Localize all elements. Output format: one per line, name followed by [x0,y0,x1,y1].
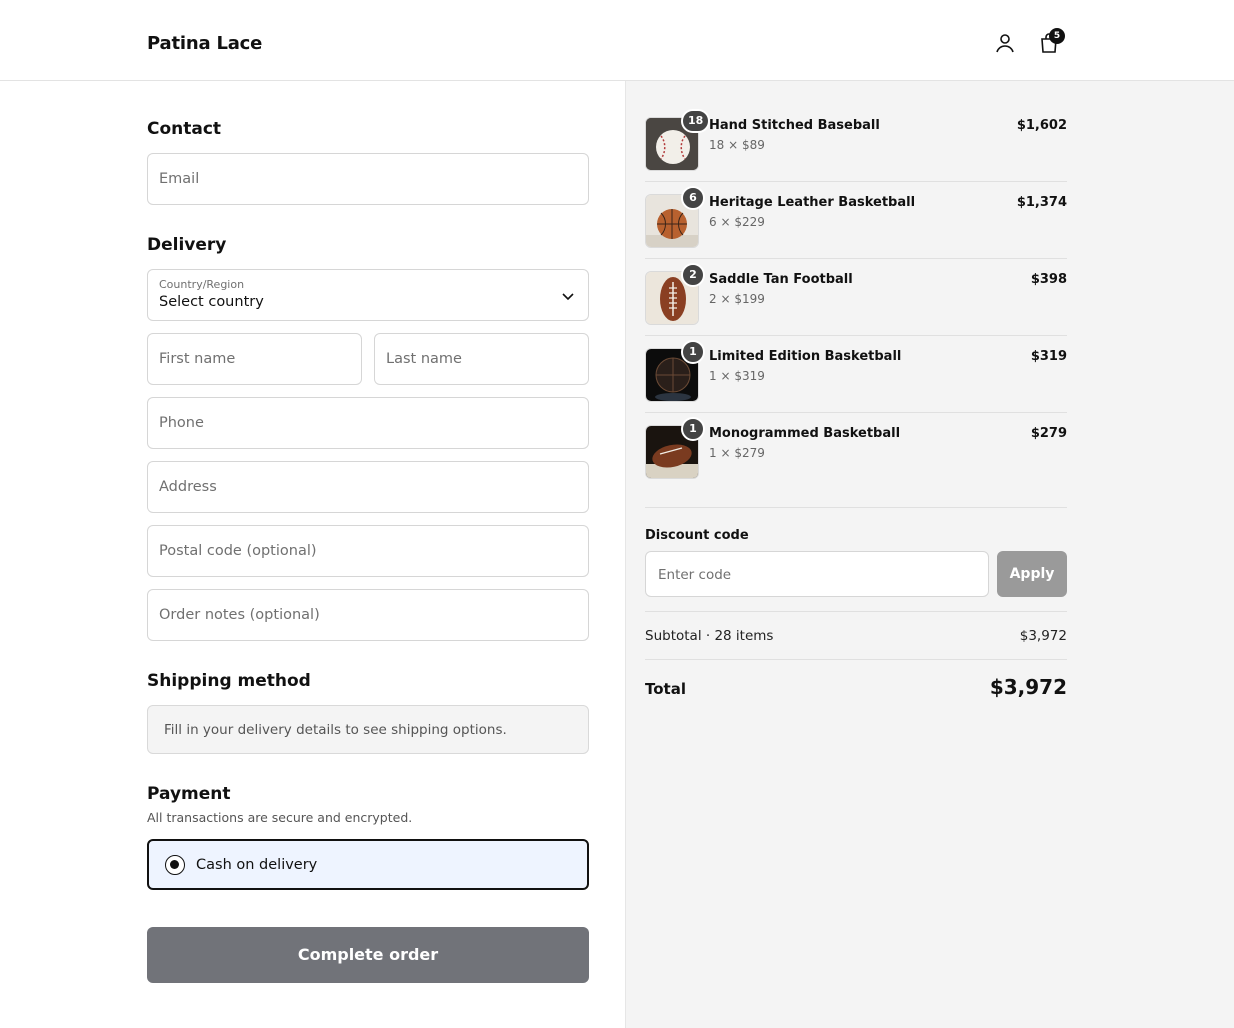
item-name: Heritage Leather Basketball [709,195,916,210]
discount-code-label: Discount code [645,528,749,543]
phone-field[interactable]: Phone [147,397,589,449]
email-placeholder: Email [159,171,200,187]
quantity-badge: 1 [681,340,705,364]
payment-title: Payment [147,784,231,804]
item-name: Saddle Tan Football [709,272,853,287]
subtotal-label: Subtotal · 28 items [645,628,774,644]
apply-discount-button[interactable]: Apply [997,551,1067,597]
first-name-field[interactable]: First name [147,333,362,385]
order-item: 2 Saddle Tan Football 2 × $199 $398 [645,235,1067,325]
divider [645,611,1067,612]
country-value: Select country [159,294,264,310]
email-field[interactable]: Email [147,153,589,205]
account-icon[interactable] [993,31,1017,55]
brand-logo[interactable]: Patina Lace [147,33,262,54]
address-field[interactable]: Address [147,461,589,513]
order-item: 18 Hand Stitched Baseball 18 × $89 $1,60… [645,81,1067,171]
contact-title: Contact [147,119,222,139]
item-price: $398 [1030,272,1067,287]
order-notes-placeholder: Order notes (optional) [159,607,320,623]
order-item: 1 Limited Edition Basketball 1 × $319 $3… [645,312,1067,402]
payment-option-cod[interactable]: Cash on delivery [147,839,589,890]
item-price: $279 [1030,426,1067,441]
address-placeholder: Address [159,479,217,495]
country-select[interactable]: Country/Region Select country [147,269,589,321]
chevron-down-icon [562,293,574,301]
item-name: Limited Edition Basketball [709,349,902,364]
item-unit-price: 18 × $89 [709,138,765,152]
cart-count-badge: 5 [1049,28,1065,44]
last-name-field[interactable]: Last name [374,333,589,385]
order-notes-field[interactable]: Order notes (optional) [147,589,589,641]
payment-subtitle: All transactions are secure and encrypte… [147,810,413,825]
discount-code-placeholder: Enter code [658,567,732,583]
item-price: $1,602 [1016,118,1067,133]
item-unit-price: 2 × $199 [709,292,765,306]
item-name: Hand Stitched Baseball [709,118,880,133]
payment-option-label: Cash on delivery [196,857,318,873]
item-unit-price: 6 × $229 [709,215,765,229]
shipping-method-title: Shipping method [147,671,311,691]
discount-code-input[interactable]: Enter code [645,551,989,597]
quantity-badge: 1 [681,417,705,441]
order-item: 1 Monogrammed Basketball 1 × $279 $279 [645,389,1067,479]
last-name-placeholder: Last name [386,351,462,367]
radio-selected[interactable] [165,855,185,875]
order-item: 6 Heritage Leather Basketball 6 × $229 $… [645,158,1067,248]
first-name-placeholder: First name [159,351,236,367]
item-name: Monogrammed Basketball [709,426,901,441]
postal-code-placeholder: Postal code (optional) [159,543,317,559]
divider [645,659,1067,660]
phone-placeholder: Phone [159,415,204,431]
item-unit-price: 1 × $319 [709,369,765,383]
site-header: Patina Lace 5 [0,0,1234,81]
total-label: Total [645,680,686,698]
divider [645,507,1067,508]
postal-code-field[interactable]: Postal code (optional) [147,525,589,577]
item-unit-price: 1 × $279 [709,446,765,460]
shipping-options-box: Fill in your delivery details to see shi… [147,705,589,754]
total-value: $3,972 [989,675,1067,699]
shipping-message: Fill in your delivery details to see shi… [164,722,507,738]
quantity-badge: 6 [681,186,705,210]
country-label: Country/Region [159,278,245,291]
subtotal-value: $3,972 [1019,628,1067,644]
delivery-title: Delivery [147,235,227,255]
item-price: $319 [1030,349,1067,364]
complete-order-button[interactable]: Complete order [147,927,589,983]
quantity-badge: 18 [681,109,711,133]
quantity-badge: 2 [681,263,705,287]
item-price: $1,374 [1016,195,1067,210]
